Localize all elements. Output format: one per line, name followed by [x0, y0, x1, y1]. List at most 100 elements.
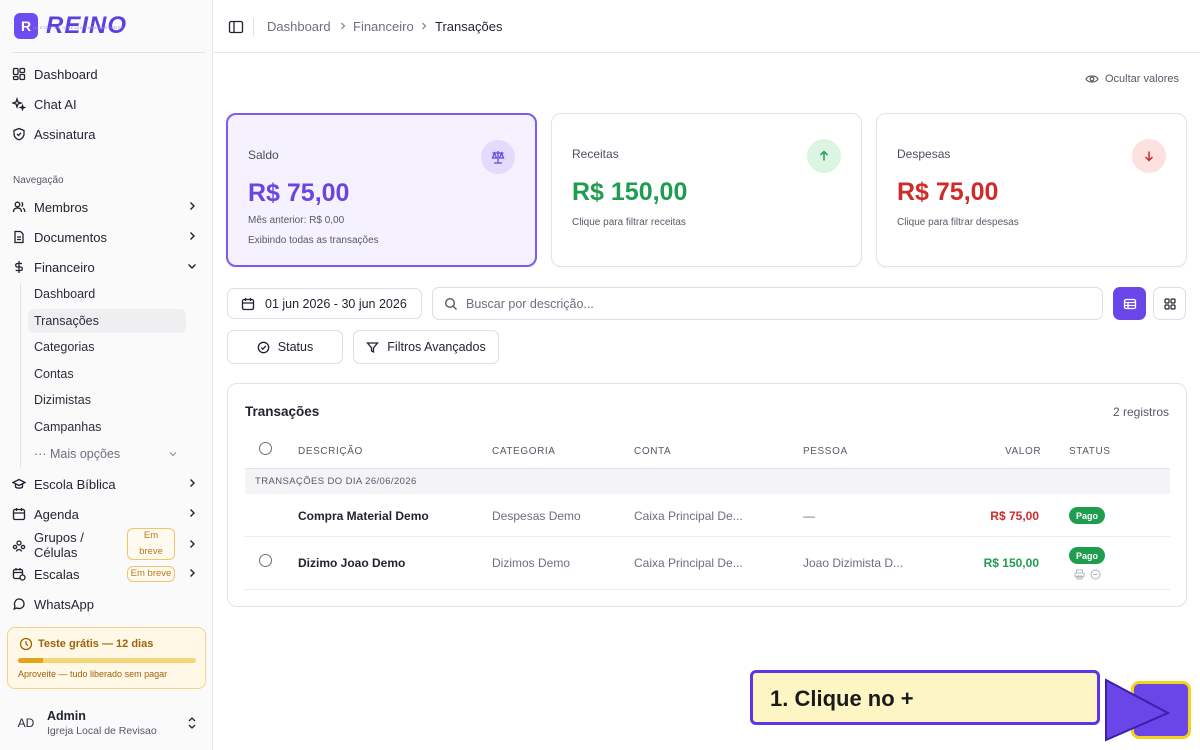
despesas-hint: Clique para filtrar despesas — [897, 217, 1019, 228]
dollar-icon — [12, 260, 26, 274]
sidebar-item-label: Agenda — [34, 506, 79, 522]
column-header-valor[interactable]: VALOR — [1005, 446, 1041, 457]
chevron-right-icon — [190, 569, 195, 577]
submenu-item-dashboard[interactable]: Dashboard — [28, 282, 186, 306]
submenu-item-transacoes[interactable]: Transações — [28, 309, 186, 333]
sidebar-item-whatsapp[interactable]: WhatsApp — [12, 591, 202, 617]
submenu-item-contas[interactable]: Contas — [28, 362, 186, 386]
sparkles-icon — [12, 97, 26, 111]
sidebar-item-label: Dashboard — [34, 66, 98, 82]
sidebar-toggle-icon[interactable] — [228, 19, 244, 35]
receitas-value: R$ 150,00 — [572, 178, 688, 206]
hide-values-toggle[interactable]: Ocultar valores — [1085, 73, 1179, 85]
column-header-descricao[interactable]: DESCRIÇÃO — [298, 446, 363, 457]
breadcrumb-financeiro[interactable]: Financeiro — [353, 19, 414, 34]
chevron-right-icon — [190, 509, 195, 517]
row-1-pessoa: — — [803, 509, 815, 523]
column-header-pessoa[interactable]: PESSOA — [803, 446, 848, 457]
column-header-categoria[interactable]: CATEGORIA — [492, 446, 556, 457]
brand-tagline: GESTÃO DE IGREJAS PARA PASTORES — [33, 25, 125, 30]
transactions-table: Transações 2 registros DESCRIÇÃO CATEGOR… — [227, 383, 1187, 607]
whatsapp-icon — [12, 597, 26, 611]
nav-section-label: Navegação — [13, 175, 64, 186]
chevrons-up-down-icon[interactable] — [186, 716, 198, 730]
submenu-more-options[interactable]: ··· Mais opções — [28, 442, 186, 466]
despesas-value: R$ 75,00 — [897, 178, 999, 206]
breadcrumb-dashboard[interactable]: Dashboard — [267, 19, 331, 34]
tutorial-callout: 1. Clique no + — [750, 670, 1100, 725]
advanced-filters-label: Filtros Avançados — [387, 340, 486, 354]
chevron-down-icon — [188, 264, 196, 269]
status-badge: Pago — [1069, 507, 1106, 524]
tutorial-callout-text: 1. Clique no + — [770, 686, 914, 711]
sidebar-item-label: Escola Bíblica — [34, 476, 116, 492]
avatar[interactable]: AD — [12, 711, 40, 735]
sidebar-item-escola-biblica[interactable]: Escola Bíblica — [12, 471, 202, 497]
calendar-icon — [241, 297, 255, 310]
chevron-down-icon — [169, 452, 177, 457]
row-2-descricao[interactable]: Dizimo Joao Demo — [298, 556, 405, 570]
grid-icon — [12, 67, 26, 81]
sidebar-item-assinatura[interactable]: Assinatura — [12, 121, 202, 147]
advanced-filters-button[interactable]: Filtros Avançados — [353, 330, 499, 364]
date-group-row: TRANSAÇÕES DO DIA 26/06/2026 — [245, 469, 1170, 494]
trial-note: Aproveite — tudo liberado sem pagar — [18, 669, 168, 679]
list-view-button[interactable] — [1113, 287, 1146, 320]
sidebar: R REINO GESTÃO DE IGREJAS PARA PASTORES … — [0, 0, 213, 750]
user-name: Admin — [47, 709, 86, 723]
saldo-note: Exibindo todas as transações — [248, 235, 379, 246]
trial-banner[interactable]: Teste grátis — 12 dias Aproveite — tudo … — [7, 627, 206, 689]
user-org: Igreja Local de Revisao — [47, 725, 157, 737]
eye-icon — [1085, 75, 1099, 83]
users-icon — [12, 200, 26, 214]
cancel-circle-icon[interactable] — [1090, 569, 1101, 580]
search-box[interactable] — [432, 287, 1103, 320]
submenu-guide-line — [20, 283, 21, 468]
column-header-conta[interactable]: CONTA — [634, 446, 671, 457]
sidebar-item-documentos[interactable]: Documentos — [12, 224, 202, 250]
search-input[interactable] — [466, 296, 1066, 311]
sidebar-item-label: Financeiro — [34, 259, 95, 275]
submenu-item-dizimistas[interactable]: Dizimistas — [28, 388, 186, 412]
row-2-categoria: Dizimos Demo — [492, 556, 571, 570]
date-range-label: 01 jun 2026 - 30 jun 2026 — [265, 296, 407, 311]
trial-progress-fill — [18, 658, 43, 663]
saldo-card[interactable]: Saldo R$ 75,00 Mês anterior: R$ 0,00 Exi… — [226, 113, 537, 267]
despesas-card[interactable]: Despesas R$ 75,00 Clique para filtrar de… — [876, 113, 1187, 267]
arrow-down-icon — [1132, 139, 1166, 173]
sidebar-item-financeiro[interactable]: Financeiro — [12, 254, 202, 280]
file-icon — [12, 230, 26, 244]
sidebar-item-dashboard[interactable]: Dashboard — [12, 61, 202, 87]
row-1-conta: Caixa Principal De... — [634, 509, 743, 523]
toolbar-divider — [253, 18, 254, 36]
sidebar-item-label: WhatsApp — [34, 596, 94, 612]
trial-progress-bar — [18, 658, 196, 663]
sidebar-item-chat-ai[interactable]: Chat AI — [12, 91, 202, 117]
select-all-checkbox[interactable] — [259, 442, 272, 455]
sidebar-item-label: Assinatura — [34, 126, 96, 142]
sidebar-item-agenda[interactable]: Agenda — [12, 501, 202, 527]
sidebar-item-membros[interactable]: Membros — [12, 194, 202, 220]
date-range-picker[interactable]: 01 jun 2026 - 30 jun 2026 — [227, 288, 422, 319]
card-label: Despesas — [897, 147, 951, 161]
coming-soon-badge: Em breve — [127, 566, 175, 582]
scale-icon — [481, 140, 515, 174]
row-1-descricao[interactable]: Compra Material Demo — [298, 509, 429, 523]
table-view-icon — [1123, 298, 1136, 309]
record-count: 2 registros — [1112, 405, 1169, 419]
coming-soon-badge: Em breve — [127, 528, 175, 560]
submenu-item-campanhas[interactable]: Campanhas — [28, 415, 186, 439]
sidebar-item-label: Membros — [34, 199, 89, 215]
status-badge: Pago — [1069, 547, 1106, 564]
submenu-item-categorias[interactable]: Categorias — [28, 335, 186, 359]
receitas-hint: Clique para filtrar receitas — [572, 217, 686, 228]
printer-icon[interactable] — [1074, 569, 1085, 580]
column-header-status[interactable]: STATUS — [1069, 446, 1111, 457]
calendar-clock-icon — [12, 567, 26, 581]
grid-view-button[interactable] — [1153, 287, 1186, 320]
row-1-valor: R$ 75,00 — [990, 509, 1039, 523]
receitas-card[interactable]: Receitas R$ 150,00 Clique para filtrar r… — [551, 113, 862, 267]
status-filter-button[interactable]: Status — [227, 330, 343, 364]
row-2-checkbox[interactable] — [259, 554, 272, 567]
trial-title: Teste grátis — 12 dias — [38, 638, 154, 650]
